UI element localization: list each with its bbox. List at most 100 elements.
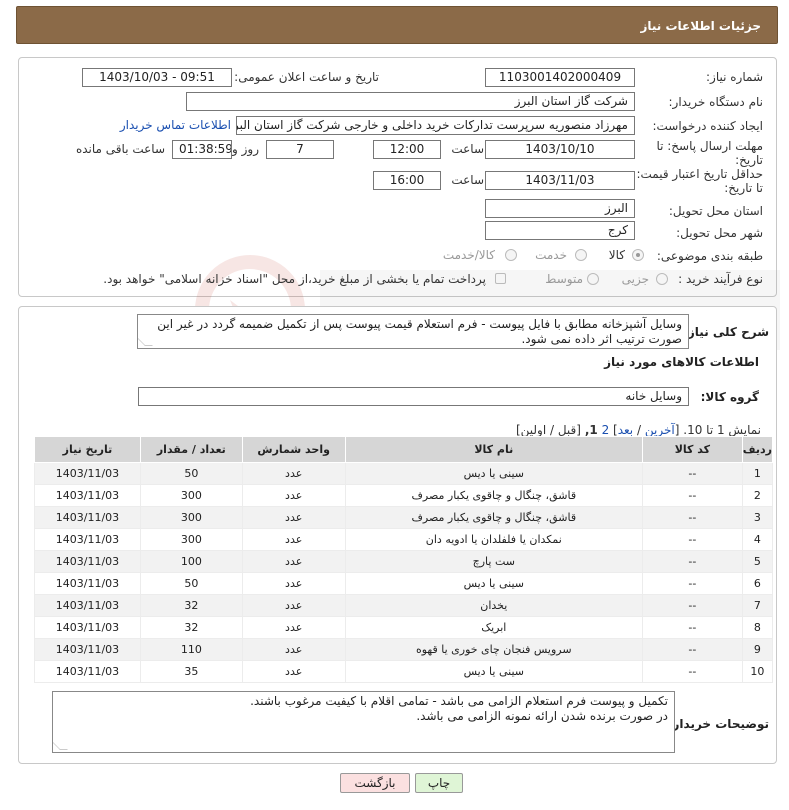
category-radio-service[interactable] xyxy=(575,249,587,261)
cell-code: -- xyxy=(641,484,743,507)
cell-code: -- xyxy=(641,572,743,595)
cell-unit: عدد xyxy=(241,528,346,551)
cell-code: -- xyxy=(641,528,743,551)
cell-date: 1403/11/03 xyxy=(34,660,141,683)
need-number-label: شماره نیاز: xyxy=(706,70,763,84)
cell-unit: عدد xyxy=(241,506,346,529)
col-code: کد کالا xyxy=(641,436,743,463)
deadline-label: مهلت ارسال پاسخ: تا تاریخ: xyxy=(656,139,763,167)
goods-group-field: وسایل خانه xyxy=(138,387,689,406)
pagination-open-bracket: [ xyxy=(674,423,680,437)
back-button[interactable]: بازگشت xyxy=(340,773,410,793)
table-row: 5 -- ست پارچ عدد 100 1403/11/03 xyxy=(34,550,774,573)
deadline-time-label: ساعت xyxy=(451,142,484,156)
cell-code: -- xyxy=(641,638,743,661)
cell-qty: 50 xyxy=(139,572,243,595)
validity-time-label: ساعت xyxy=(451,173,484,187)
validity-time-field: 16:00 xyxy=(373,171,441,190)
category-goods-label: کالا xyxy=(608,248,625,262)
requester-label: ایجاد کننده درخواست: xyxy=(652,119,763,133)
announce-label: تاریخ و ساعت اعلان عمومی: xyxy=(234,70,379,84)
buyer-notes-line-1: تکمیل و پیوست فرم استعلام الزامی می باشد… xyxy=(250,694,668,708)
pagination-next[interactable]: بعد xyxy=(618,423,633,437)
page-title: جزئیات اطلاعات نیاز xyxy=(16,6,778,44)
cell-date: 1403/11/03 xyxy=(34,506,141,529)
purchase-radio-medium[interactable] xyxy=(587,273,599,285)
cell-row: 5 xyxy=(741,550,774,573)
cell-code: -- xyxy=(641,550,743,573)
cell-row: 9 xyxy=(741,638,774,661)
goods-table: ردیف کد کالا نام کالا واحد شمارش تعداد /… xyxy=(34,436,774,683)
pagination-page-2[interactable]: 2 xyxy=(602,423,610,437)
cell-name: ابریک xyxy=(344,616,643,639)
deadline-time-field: 12:00 xyxy=(373,140,441,159)
col-qty: تعداد / مقدار xyxy=(139,436,243,463)
table-row: 9 -- سرویس فنجان چای خوری یا قهوه عدد 110 140… xyxy=(34,638,774,661)
cell-row: 10 xyxy=(741,660,774,683)
print-button[interactable]: چاپ xyxy=(415,773,463,793)
treasury-checkbox[interactable] xyxy=(495,273,506,284)
cell-qty: 100 xyxy=(139,550,243,573)
remaining-time-field: 01:38:59 xyxy=(172,140,232,159)
category-label: طبقه بندی موضوعی: xyxy=(656,249,763,263)
buyer-notes-label: توضیحات خریدار: xyxy=(667,717,769,731)
cell-unit: عدد xyxy=(241,484,346,507)
cell-row: 4 xyxy=(741,528,774,551)
cell-qty: 300 xyxy=(139,506,243,529)
col-unit: واحد شمارش xyxy=(241,436,346,463)
buyer-contact-link[interactable]: اطلاعات تماس خریدار xyxy=(120,118,231,132)
table-row: 3 -- قاشق، چنگال و چاقوی یکبار مصرف عدد 300 1… xyxy=(34,506,774,529)
cell-unit: عدد xyxy=(241,572,346,595)
cell-name: قاشق، چنگال و چاقوی یکبار مصرف xyxy=(344,484,643,507)
goods-info-title: اطلاعات کالاهای مورد نیاز xyxy=(604,355,759,369)
deadline-date-field: 1403/10/10 xyxy=(485,140,635,159)
col-date: تاریخ نیاز xyxy=(34,436,141,463)
cell-row: 6 xyxy=(741,572,774,595)
description-textarea[interactable]: وسایل آشپزخانه مطابق با فایل پیوست - فرم… xyxy=(137,314,689,349)
purchase-minor-label: جزیی xyxy=(621,272,649,286)
cell-qty: 32 xyxy=(139,594,243,617)
cell-qty: 300 xyxy=(139,484,243,507)
pagination-last[interactable]: آخرین xyxy=(645,423,675,437)
category-radio-goods[interactable] xyxy=(632,249,644,261)
cell-unit: عدد xyxy=(241,462,346,485)
cell-date: 1403/11/03 xyxy=(34,462,141,485)
resize-handle[interactable] xyxy=(138,338,153,346)
cell-qty: 300 xyxy=(139,528,243,551)
cell-row: 2 xyxy=(741,484,774,507)
cell-code: -- xyxy=(641,616,743,639)
purchase-medium-label: متوسط xyxy=(545,272,583,286)
cell-unit: عدد xyxy=(241,550,346,573)
city-label: شهر محل تحویل: xyxy=(676,226,763,240)
requester-field: مهرزاد منصوریه سرپرست تدارکات خرید داخلی… xyxy=(236,116,635,135)
cell-code: -- xyxy=(641,462,743,485)
cell-name: قاشق، چنگال و چاقوی یکبار مصرف xyxy=(344,506,643,529)
cell-date: 1403/11/03 xyxy=(34,638,141,661)
col-name: نام کالا xyxy=(344,436,643,463)
cell-qty: 32 xyxy=(139,616,243,639)
cell-unit: عدد xyxy=(241,594,346,617)
table-row: 7 -- یخدان عدد 32 1403/11/03 xyxy=(34,594,774,617)
pagination-prev-first: [قبل / اولین] xyxy=(515,423,581,437)
remaining-label: ساعت باقی مانده xyxy=(75,142,165,156)
table-row: 1 -- سینی یا دیس عدد 50 1403/11/03 xyxy=(34,462,774,485)
table-row: 6 -- سینی یا دیس عدد 50 1403/11/03 xyxy=(34,572,774,595)
purchase-radio-minor[interactable] xyxy=(656,273,668,285)
buyer-notes-textarea[interactable]: تکمیل و پیوست فرم استعلام الزامی می باشد… xyxy=(52,691,675,753)
cell-name: ست پارچ xyxy=(344,550,643,573)
cell-date: 1403/11/03 xyxy=(34,572,141,595)
resize-handle[interactable] xyxy=(53,742,68,750)
pagination: نمایش 1 تا 10. [آخرین / بعد] 2 1, [قبل /… xyxy=(516,423,761,437)
cell-name: نمکدان یا فلفلدان یا ادویه دان xyxy=(344,528,643,551)
table-header-row: ردیف کد کالا نام کالا واحد شمارش تعداد /… xyxy=(34,436,774,463)
cell-unit: عدد xyxy=(241,660,346,683)
cell-code: -- xyxy=(641,506,743,529)
cell-date: 1403/11/03 xyxy=(34,528,141,551)
category-radio-both[interactable] xyxy=(505,249,517,261)
goods-group-label: گروه کالا: xyxy=(700,390,759,404)
col-row: ردیف xyxy=(741,436,774,463)
cell-name: سینی یا دیس xyxy=(344,462,643,485)
description-text: وسایل آشپزخانه مطابق با فایل پیوست - فرم… xyxy=(157,317,682,346)
deadline-days-field: 7 xyxy=(266,140,334,159)
category-service-label: خدمت xyxy=(535,248,567,262)
